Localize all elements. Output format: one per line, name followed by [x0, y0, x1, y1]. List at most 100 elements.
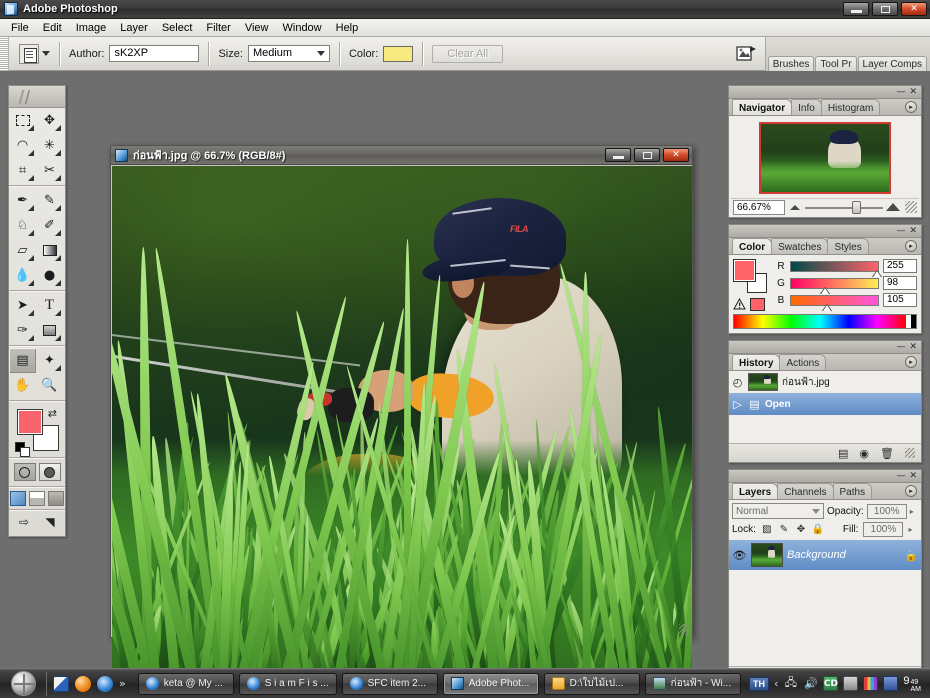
document-restore-button[interactable] [634, 148, 660, 162]
image-canvas[interactable]: FILA [112, 166, 692, 693]
tab-swatches[interactable]: Swatches [771, 238, 829, 254]
layer-name[interactable]: Background [787, 549, 900, 561]
blur-tool[interactable]: 💧 [9, 263, 36, 288]
foreground-color-swatch[interactable] [17, 409, 43, 435]
menu-edit[interactable]: Edit [36, 21, 69, 35]
zoom-tool[interactable]: 🔍 [36, 373, 63, 398]
channel-value-g[interactable]: 98 [883, 276, 917, 290]
magic-wand-tool[interactable]: ✳ [36, 133, 63, 158]
menu-window[interactable]: Window [276, 21, 329, 35]
minimize-button[interactable] [843, 2, 869, 16]
clear-all-button[interactable]: Clear All [432, 44, 504, 63]
navigator-zoom-input[interactable]: 66.67% [733, 199, 785, 215]
taskbar-item-siamfishing[interactable]: S i a m F i s ... [238, 672, 337, 695]
history-state-row[interactable]: ▷ ▤ Open [729, 393, 921, 415]
options-bar-grip[interactable] [0, 36, 9, 71]
tab-info[interactable]: Info [791, 99, 822, 115]
palette-menu-icon[interactable]: ▸ [905, 101, 917, 113]
menu-help[interactable]: Help [329, 21, 366, 35]
gamut-warning-icon[interactable] [733, 297, 747, 311]
layer-visibility-icon[interactable]: 👁 [732, 549, 747, 562]
minimize-icon[interactable]: — [896, 342, 905, 352]
tab-actions[interactable]: Actions [779, 354, 827, 370]
history-title-bar[interactable]: — ✕ [729, 341, 921, 354]
slider-thumb[interactable] [872, 269, 882, 277]
jump-to-imageready-icon[interactable]: ⇨ [13, 513, 35, 531]
navigator-title-bar[interactable]: — ✕ [729, 86, 921, 99]
show-hidden-icons-icon[interactable]: ‹ [774, 677, 778, 690]
delete-state-icon[interactable]: 🗑 [880, 447, 894, 460]
standard-screen-mode-icon[interactable] [10, 491, 26, 506]
palette-resize-grip[interactable] [905, 201, 917, 213]
opacity-input[interactable]: 100% [866, 503, 907, 519]
tab-navigator[interactable]: Navigator [732, 99, 793, 115]
swap-colors-icon[interactable]: ⇄ [48, 407, 57, 420]
language-indicator[interactable]: TH [748, 676, 769, 691]
camera-icon[interactable] [843, 676, 859, 691]
slider-thumb[interactable] [819, 286, 830, 294]
lasso-tool[interactable]: ◠ [9, 133, 36, 158]
document-resize-grip[interactable] [679, 624, 690, 635]
dictionary-icon[interactable] [883, 676, 899, 691]
volume-icon[interactable]: 🔊 [803, 676, 818, 691]
palette-menu-icon[interactable]: ▸ [905, 485, 917, 497]
default-colors-icon[interactable] [15, 442, 30, 457]
note-color-swatch[interactable] [383, 45, 414, 62]
pen-tool[interactable]: ✑ [9, 318, 36, 343]
restore-button[interactable] [872, 2, 898, 16]
rectangular-marquee-tool[interactable] [9, 108, 36, 133]
channel-value-b[interactable]: 105 [883, 293, 917, 307]
channel-value-r[interactable]: 255 [883, 259, 917, 273]
full-screen-icon[interactable] [48, 491, 64, 506]
document-close-button[interactable]: ✕ [663, 148, 689, 162]
lock-image-pixels-icon[interactable]: ✎ [778, 524, 790, 536]
gradient-tool[interactable] [36, 238, 63, 263]
size-select[interactable]: Medium [247, 45, 330, 62]
menu-filter[interactable]: Filter [199, 21, 237, 35]
slider-thumb[interactable] [852, 200, 861, 214]
chevron-down-icon[interactable] [42, 51, 50, 56]
taskbar-item-picture-viewer[interactable]: ก่อนฟ้า - Wi... [644, 672, 741, 695]
tool-preset-picker[interactable] [19, 43, 50, 64]
slider-thumb[interactable] [822, 303, 833, 311]
fill-stepper-icon[interactable]: ▸ [908, 525, 912, 534]
new-document-from-state-icon[interactable]: ▤ [838, 447, 848, 460]
internet-explorer-icon[interactable] [97, 675, 113, 692]
lock-transparent-pixels-icon[interactable]: ▨ [761, 524, 773, 536]
full-screen-menubar-icon[interactable] [29, 491, 45, 506]
minimize-icon[interactable]: — [896, 471, 905, 481]
menu-image[interactable]: Image [69, 21, 114, 35]
new-snapshot-icon[interactable]: ◉ [859, 447, 869, 460]
navigator-thumbnail[interactable] [759, 122, 891, 194]
palette-well-tab-layer-comps[interactable]: Layer Comps [857, 55, 927, 71]
tab-history[interactable]: History [732, 354, 781, 370]
history-brush-tool[interactable]: ✐ [36, 213, 63, 238]
tab-styles[interactable]: Styles [827, 238, 869, 254]
opacity-stepper-icon[interactable]: ▸ [910, 507, 914, 516]
menu-file[interactable]: File [4, 21, 36, 35]
menu-view[interactable]: View [238, 21, 276, 35]
layer-row-background[interactable]: 👁 Background 🔒 [729, 540, 921, 570]
jump-to-imageready-icon[interactable] [735, 43, 759, 65]
printer-icon[interactable] [863, 676, 879, 691]
layers-title-bar[interactable]: — ✕ [729, 470, 921, 483]
close-icon[interactable]: ✕ [909, 471, 917, 481]
crop-tool[interactable]: ⌗ [9, 158, 36, 183]
eyedropper-tool[interactable]: ✦ [36, 348, 63, 373]
standard-mask-mode-icon[interactable] [13, 463, 36, 481]
color-spectrum-ramp[interactable] [733, 314, 917, 329]
palette-resize-grip[interactable] [905, 448, 915, 458]
fill-input[interactable]: 100% [863, 522, 904, 537]
color-title-bar[interactable]: — ✕ [729, 225, 921, 238]
lock-position-icon[interactable]: ✥ [795, 524, 807, 536]
slice-tool[interactable]: ✂ [36, 158, 63, 183]
taskbar-item-keta[interactable]: keta @ My ... [137, 672, 234, 695]
document-title-bar[interactable]: ก่อนฟ้า.jpg @ 66.7% (RGB/8#) ✕ [111, 146, 692, 165]
close-icon[interactable]: ✕ [909, 342, 917, 352]
eraser-tool[interactable]: ▱ [9, 238, 36, 263]
document-minimize-button[interactable] [605, 148, 631, 162]
taskbar-item-explorer-folder[interactable]: D:\ใบไม้เป... [543, 672, 640, 695]
brush-tool[interactable]: ✎ [36, 188, 63, 213]
type-tool[interactable]: T [36, 293, 63, 318]
sun-icon[interactable] [75, 675, 91, 692]
